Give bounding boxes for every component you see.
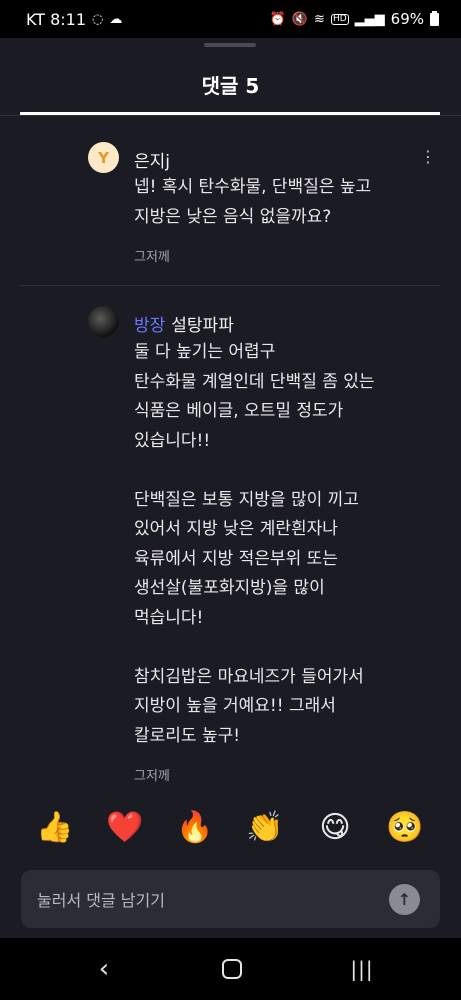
yum-face-icon[interactable]: 😋 (315, 808, 355, 848)
home-button[interactable] (212, 952, 252, 986)
thumbs-up-icon[interactable]: 👍 (35, 808, 75, 848)
comment-line: 식품은 베이글, 오트밀 정도가 (134, 401, 344, 421)
comment-divider (20, 285, 440, 286)
avatar[interactable]: Y (88, 142, 119, 173)
comment-line: 생선살(불포화지방)을 많이 (134, 578, 325, 598)
comment-time: 그저께 (134, 769, 170, 784)
comment-line: 참치김밥은 마요네즈가 들어가서 (134, 666, 364, 687)
status-left: KT 8:11 ◌ ☁ (26, 10, 122, 29)
comment-line: 지방이 높을 거예요!! 그래서 (134, 696, 336, 716)
comment-author-row: 방장 설탕파파 (134, 311, 234, 336)
carrier-time: KT 8:11 (26, 9, 87, 29)
avatar-letter: Y (98, 148, 109, 167)
comment-input[interactable]: 눌러서 댓글 남기기 ↑ (21, 870, 440, 928)
arrow-up-icon: ↑ (397, 889, 412, 909)
wifi-icon: ≋ (314, 11, 325, 27)
comment-line: 지방은 낮은 음식 없을까요? (134, 206, 332, 227)
comment-time: 그저께 (134, 250, 170, 265)
comment-line: 있습니다!! (134, 430, 211, 451)
home-icon (222, 959, 242, 979)
title-divider (0, 115, 461, 116)
heart-icon[interactable]: ❤️ (105, 808, 145, 848)
alarm-icon: ⏰ (269, 11, 286, 27)
comment-line: 있어서 지방 낮은 계란흰자나 (134, 519, 338, 539)
back-icon[interactable]: ‹ (84, 952, 124, 986)
comment-line: 먹습니다! (134, 607, 204, 628)
recent-apps-icon[interactable]: ||| (342, 952, 382, 986)
comment-line: 탄수화물 계열인데 단백질 좀 있는 (134, 371, 375, 392)
comments-sheet: 댓글 5 Y 은지j ⋮ 넵! 혹시 탄수화물, 단백질은 높고 지방은 낮은 … (0, 38, 461, 938)
send-button[interactable]: ↑ (389, 883, 420, 915)
comment-body: 둘 다 높기는 어렵구 탄수화물 계열인데 단백질 좀 있는 식품은 베이글, … (134, 338, 434, 751)
fire-icon[interactable]: 🔥 (175, 808, 215, 848)
system-nav-bar: ‹ ||| (0, 938, 461, 1000)
comment-line: 넵! 혹시 탄수화물, 단백질은 높고 (134, 177, 372, 197)
comment-author[interactable]: 설탕파파 (171, 316, 234, 336)
comment-line: 둘 다 높기는 어렵구 (134, 342, 276, 362)
more-options-icon[interactable]: ⋮ (420, 149, 436, 169)
reaction-bar: 👍 ❤️ 🔥 👏 😋 🥺 (0, 808, 461, 854)
status-bar: KT 8:11 ◌ ☁ ⏰ 🔇 ≋ HD ▂▄▆ 69% (0, 0, 461, 38)
chat-notification-icon: ☁ (109, 11, 123, 27)
signal-icon: ▂▄▆ (354, 11, 385, 27)
battery-icon (430, 10, 439, 26)
pleading-face-icon[interactable]: 🥺 (385, 808, 425, 848)
mute-icon: 🔇 (291, 11, 309, 27)
comment-input-placeholder: 눌러서 댓글 남기기 (37, 891, 165, 910)
sync-icon: ◌ (92, 11, 104, 27)
drag-handle[interactable] (204, 43, 256, 47)
comment-line-blank (134, 456, 434, 486)
status-right: ⏰ 🔇 ≋ HD ▂▄▆ 69% (270, 10, 439, 28)
host-badge: 방장 (134, 316, 166, 336)
battery-percent: 69% (390, 10, 424, 28)
comment-line: 단백질은 보통 지방을 많이 끼고 (134, 489, 359, 510)
hd-icon: HD (330, 13, 349, 25)
comment-author[interactable]: 은지j (134, 147, 170, 172)
sheet-title: 댓글 5 (201, 74, 260, 98)
avatar[interactable] (88, 306, 119, 337)
comment-body: 넵! 혹시 탄수화물, 단백질은 높고 지방은 낮은 음식 없을까요? (134, 173, 434, 232)
clapping-hands-icon[interactable]: 👏 (245, 808, 285, 848)
comment-line: 칼로리도 높구! (134, 725, 241, 746)
comment-line: 육류에서 지방 적은부위 또는 (134, 548, 338, 569)
comment-line-blank (134, 633, 434, 663)
